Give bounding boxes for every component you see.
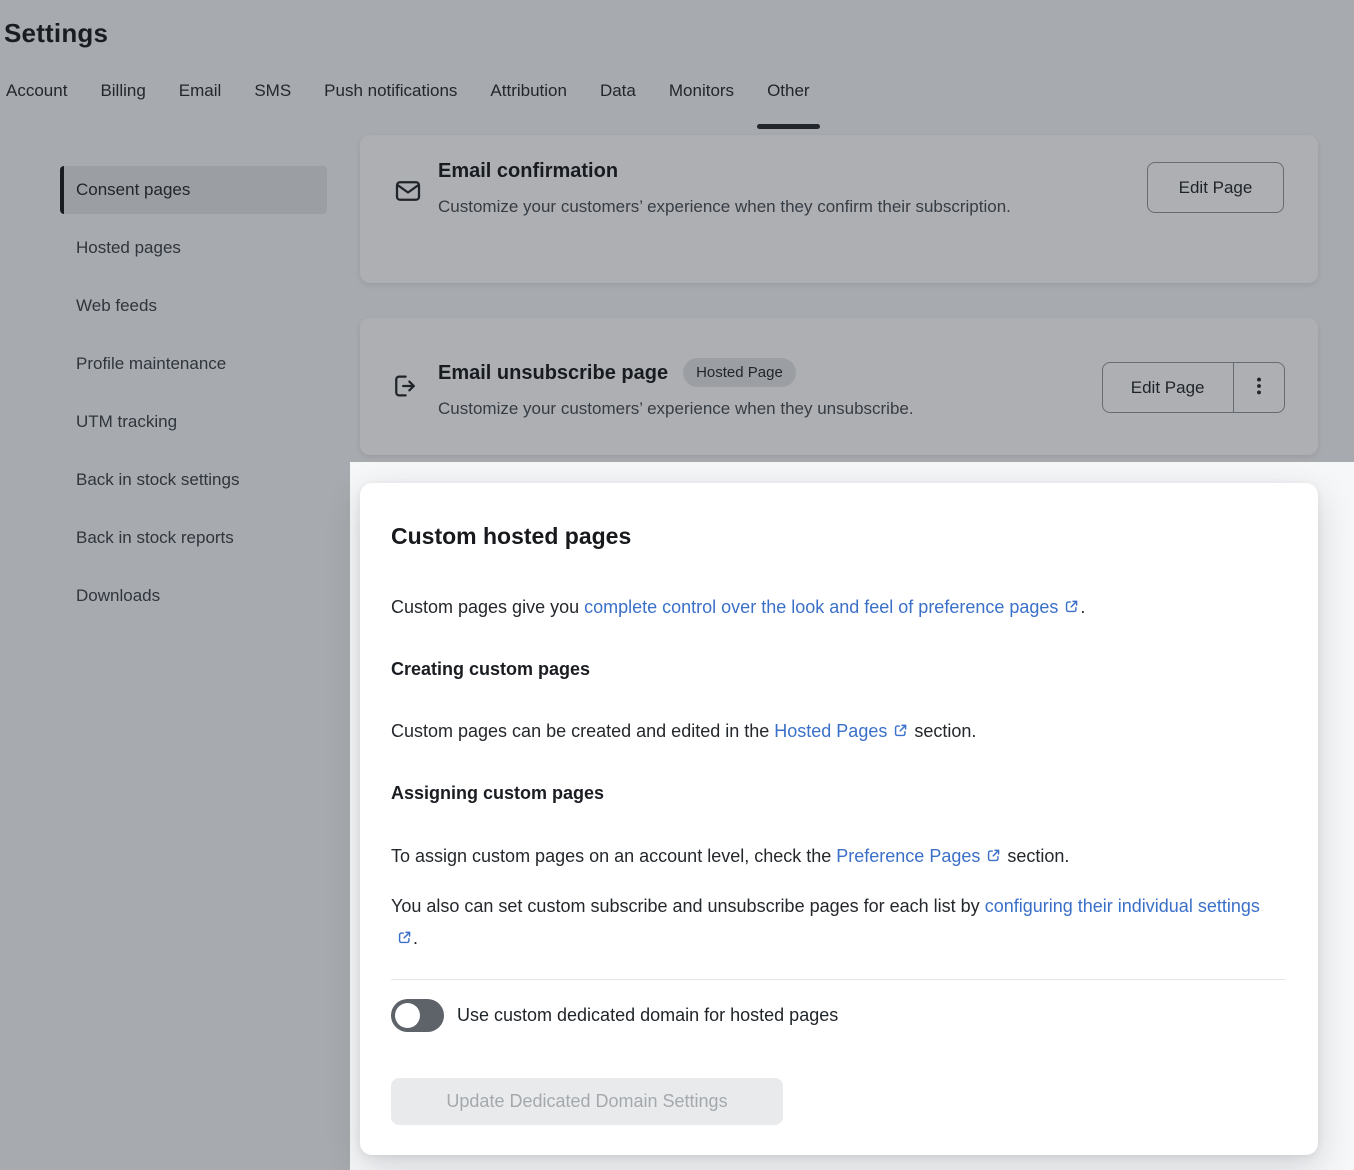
- email-confirmation-card: Email confirmation Customize your custom…: [360, 135, 1318, 283]
- creating-paragraph: Custom pages can be created and edited i…: [391, 715, 1285, 749]
- edit-page-button-confirmation[interactable]: Edit Page: [1147, 162, 1284, 213]
- assign-suffix: section.: [1002, 846, 1069, 866]
- assign-text: To assign custom pages on an account lev…: [391, 846, 836, 866]
- preference-pages-control-link[interactable]: complete control over the look and feel …: [584, 597, 1080, 617]
- external-link-icon: [396, 924, 413, 956]
- dedicated-domain-toggle-row: Use custom dedicated domain for hosted p…: [391, 999, 1285, 1032]
- tab-email[interactable]: Email: [179, 80, 222, 102]
- page-title: Settings: [4, 18, 1354, 48]
- sign-out-icon: [390, 371, 420, 406]
- toggle-knob: [395, 1003, 420, 1028]
- lists-suffix: .: [413, 928, 418, 948]
- section-divider: [391, 979, 1285, 980]
- sidebar-item-profile-maintenance[interactable]: Profile maintenance: [60, 340, 327, 388]
- custom-hosted-pages-title: Custom hosted pages: [391, 521, 1285, 551]
- email-unsubscribe-title-row: Email unsubscribe page Hosted Page: [438, 358, 914, 387]
- email-confirmation-description: Customize your customers’ experience whe…: [438, 191, 1068, 223]
- settings-tabs: Account Billing Email SMS Push notificat…: [4, 80, 1354, 102]
- preference-pages-link-text: Preference Pages: [836, 846, 980, 866]
- assign-paragraph: To assign custom pages on an account lev…: [391, 840, 1285, 874]
- email-confirmation-title: Email confirmation: [438, 157, 1068, 185]
- header: Settings Account Billing Email SMS Push …: [0, 0, 1354, 133]
- edit-page-button-unsubscribe[interactable]: Edit Page: [1103, 363, 1233, 412]
- tab-account[interactable]: Account: [6, 80, 67, 102]
- edit-page-split-button: Edit Page: [1102, 362, 1285, 413]
- external-link-icon: [892, 717, 909, 749]
- hosted-pages-link-text: Hosted Pages: [774, 721, 887, 741]
- tab-monitors[interactable]: Monitors: [669, 80, 734, 102]
- sidebar-item-consent-pages[interactable]: Consent pages: [60, 166, 327, 214]
- tab-sms[interactable]: SMS: [254, 80, 291, 102]
- intro-paragraph: Custom pages give you complete control o…: [391, 591, 1285, 625]
- email-unsubscribe-title: Email unsubscribe page: [438, 359, 668, 387]
- kebab-icon: [1248, 375, 1270, 400]
- tab-attribution[interactable]: Attribution: [490, 80, 567, 102]
- preference-pages-link[interactable]: Preference Pages: [836, 846, 1002, 866]
- lists-paragraph: You also can set custom subscribe and un…: [391, 890, 1281, 956]
- tab-data[interactable]: Data: [600, 80, 636, 102]
- list-settings-link-text: configuring their individual settings: [985, 896, 1260, 916]
- intro-link-text: complete control over the look and feel …: [584, 597, 1058, 617]
- sidebar-item-downloads[interactable]: Downloads: [60, 572, 327, 620]
- intro-suffix: .: [1080, 597, 1085, 617]
- settings-page: Settings Account Billing Email SMS Push …: [0, 0, 1354, 1170]
- sidebar-item-back-in-stock-settings[interactable]: Back in stock settings: [60, 456, 327, 504]
- creating-text: Custom pages can be created and edited i…: [391, 721, 774, 741]
- custom-hosted-pages-card: Custom hosted pages Custom pages give yo…: [360, 483, 1318, 1155]
- tab-push-notifications[interactable]: Push notifications: [324, 80, 457, 102]
- sidebar-item-web-feeds[interactable]: Web feeds: [60, 282, 327, 330]
- sidebar: Consent pages Hosted pages Web feeds Pro…: [0, 133, 350, 1170]
- email-confirmation-body: Email confirmation Customize your custom…: [438, 157, 1068, 223]
- main-content: Email confirmation Customize your custom…: [350, 133, 1354, 1170]
- lists-text: You also can set custom subscribe and un…: [391, 896, 985, 916]
- hosted-page-badge: Hosted Page: [683, 358, 796, 387]
- update-dedicated-domain-button[interactable]: Update Dedicated Domain Settings: [391, 1078, 783, 1125]
- dedicated-domain-toggle-label: Use custom dedicated domain for hosted p…: [457, 1005, 838, 1026]
- sidebar-item-utm-tracking[interactable]: UTM tracking: [60, 398, 327, 446]
- email-unsubscribe-description: Customize your customers’ experience whe…: [438, 393, 914, 425]
- kebab-menu-button[interactable]: [1234, 363, 1284, 412]
- intro-text: Custom pages give you: [391, 597, 584, 617]
- sidebar-item-hosted-pages[interactable]: Hosted pages: [60, 224, 327, 272]
- external-link-icon: [1063, 593, 1080, 625]
- creating-custom-pages-heading: Creating custom pages: [391, 657, 1285, 681]
- mail-icon: [393, 176, 423, 211]
- email-unsubscribe-body: Email unsubscribe page Hosted Page Custo…: [438, 358, 914, 425]
- dedicated-domain-toggle[interactable]: [391, 999, 444, 1032]
- external-link-icon: [985, 842, 1002, 874]
- creating-suffix: section.: [909, 721, 976, 741]
- assigning-custom-pages-heading: Assigning custom pages: [391, 781, 1285, 805]
- email-unsubscribe-card: Email unsubscribe page Hosted Page Custo…: [360, 318, 1318, 455]
- tab-billing[interactable]: Billing: [100, 80, 145, 102]
- hosted-pages-link[interactable]: Hosted Pages: [774, 721, 909, 741]
- tab-other[interactable]: Other: [767, 80, 810, 102]
- sidebar-item-back-in-stock-reports[interactable]: Back in stock reports: [60, 514, 327, 562]
